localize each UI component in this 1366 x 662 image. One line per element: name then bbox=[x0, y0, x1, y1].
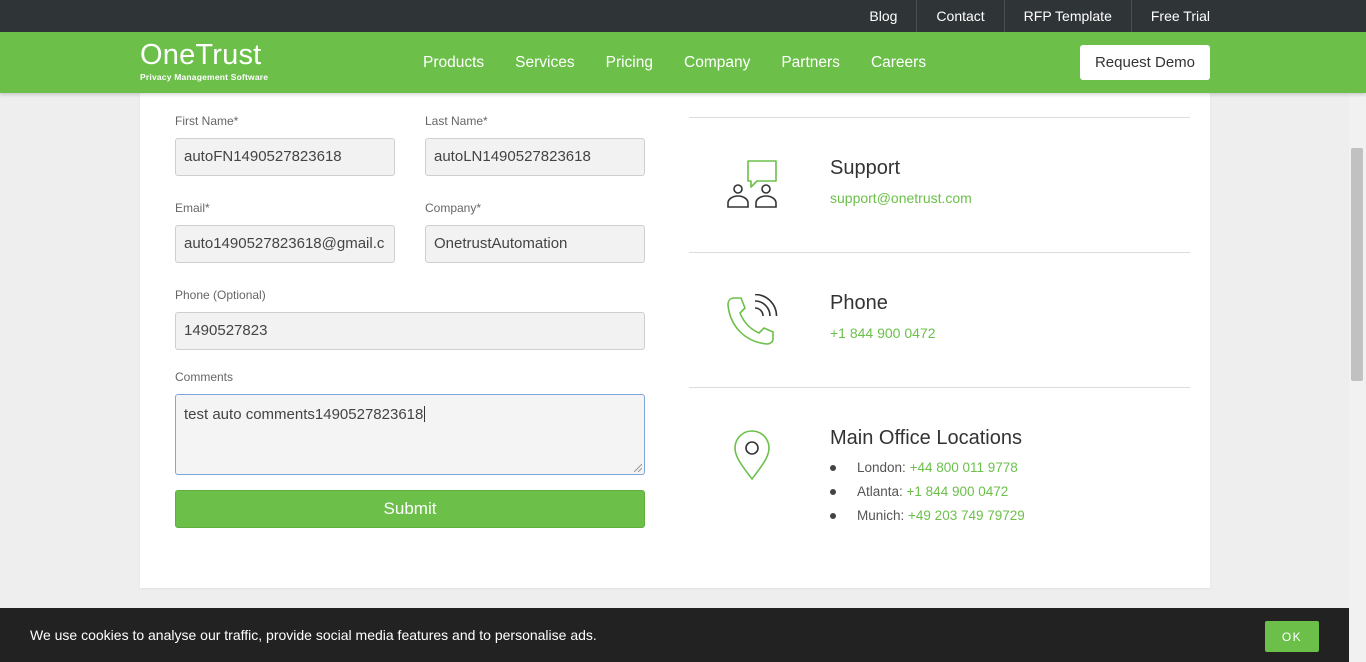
support-people-icon bbox=[727, 160, 777, 208]
nav-item-careers[interactable]: Careers bbox=[871, 54, 926, 72]
resize-handle-icon[interactable] bbox=[634, 464, 642, 472]
office-phone-link[interactable]: +44 800 011 9778 bbox=[910, 460, 1018, 475]
divider bbox=[689, 252, 1190, 253]
comments-textarea[interactable]: test auto comments1490527823618 bbox=[175, 394, 645, 475]
office-location-atlanta: Atlanta: +1 844 900 0472 bbox=[830, 483, 1025, 507]
last-name-field[interactable]: autoLN1490527823618 bbox=[425, 138, 645, 176]
office-city: Munich: bbox=[857, 508, 909, 523]
company-label: Company* bbox=[425, 201, 482, 215]
nav-item-partners[interactable]: Partners bbox=[781, 54, 840, 72]
divider bbox=[689, 387, 1190, 388]
offices-title: Main Office Locations bbox=[830, 427, 1022, 449]
nav-item-pricing[interactable]: Pricing bbox=[606, 54, 653, 72]
office-location-munich: Munich: +49 203 749 79729 bbox=[830, 507, 1025, 531]
utility-bar: Blog Contact RFP Template Free Trial bbox=[0, 0, 1366, 32]
utility-links: Blog Contact RFP Template Free Trial bbox=[850, 0, 1210, 32]
comments-text: test auto comments1490527823618 bbox=[184, 406, 424, 423]
support-email-link[interactable]: support@onetrust.com bbox=[830, 190, 972, 206]
email-label: Email* bbox=[175, 201, 210, 215]
cookie-banner: We use cookies to analyse our traffic, p… bbox=[0, 608, 1349, 662]
contact-card: First Name* autoFN1490527823618 Last Nam… bbox=[140, 93, 1210, 588]
utility-link-free-trial[interactable]: Free Trial bbox=[1130, 0, 1210, 32]
location-pin-icon bbox=[734, 430, 770, 480]
first-name-field[interactable]: autoFN1490527823618 bbox=[175, 138, 395, 176]
support-title: Support bbox=[830, 157, 901, 179]
utility-link-contact[interactable]: Contact bbox=[916, 0, 1003, 32]
cookie-ok-button[interactable]: OK bbox=[1265, 621, 1319, 652]
first-name-label: First Name* bbox=[175, 114, 239, 128]
submit-button[interactable]: Submit bbox=[175, 490, 645, 528]
phone-number-link[interactable]: +1 844 900 0472 bbox=[830, 325, 936, 341]
main-navigation: OneTrust Privacy Management Software Pro… bbox=[0, 32, 1366, 93]
cookie-message: We use cookies to analyse our traffic, p… bbox=[30, 627, 597, 643]
office-phone-link[interactable]: +49 203 749 79729 bbox=[908, 508, 1025, 523]
phone-title: Phone bbox=[830, 292, 888, 314]
office-city: London: bbox=[857, 460, 910, 475]
office-locations-list: London: +44 800 011 9778 Atlanta: +1 844… bbox=[830, 459, 1025, 531]
nav-item-products[interactable]: Products bbox=[423, 54, 484, 72]
office-city: Atlanta: bbox=[857, 484, 907, 499]
office-location-london: London: +44 800 011 9778 bbox=[830, 459, 1025, 483]
text-caret bbox=[424, 406, 426, 422]
nav-item-services[interactable]: Services bbox=[515, 54, 574, 72]
divider bbox=[689, 117, 1190, 118]
nav-menu: Products Services Pricing Company Partne… bbox=[423, 32, 957, 93]
last-name-label: Last Name* bbox=[425, 114, 488, 128]
utility-link-blog[interactable]: Blog bbox=[850, 0, 916, 32]
company-field[interactable]: OnetrustAutomation bbox=[425, 225, 645, 263]
utility-link-rfp-template[interactable]: RFP Template bbox=[1003, 0, 1131, 32]
request-demo-button[interactable]: Request Demo bbox=[1080, 45, 1210, 80]
nav-item-company[interactable]: Company bbox=[684, 54, 750, 72]
logo-tagline: Privacy Management Software bbox=[140, 72, 269, 82]
logo-name: OneTrust bbox=[140, 39, 262, 71]
email-field[interactable]: auto1490527823618@gmail.c bbox=[175, 225, 395, 263]
scrollbar-thumb[interactable] bbox=[1351, 148, 1363, 381]
phone-label: Phone (Optional) bbox=[175, 288, 266, 302]
logo[interactable]: OneTrust Privacy Management Software bbox=[140, 39, 268, 82]
phone-field[interactable]: 1490527823 bbox=[175, 312, 645, 350]
office-phone-link[interactable]: +1 844 900 0472 bbox=[907, 484, 1009, 499]
page-scrollbar[interactable] bbox=[1349, 93, 1366, 662]
comments-label: Comments bbox=[175, 370, 234, 384]
phone-icon bbox=[727, 294, 778, 345]
